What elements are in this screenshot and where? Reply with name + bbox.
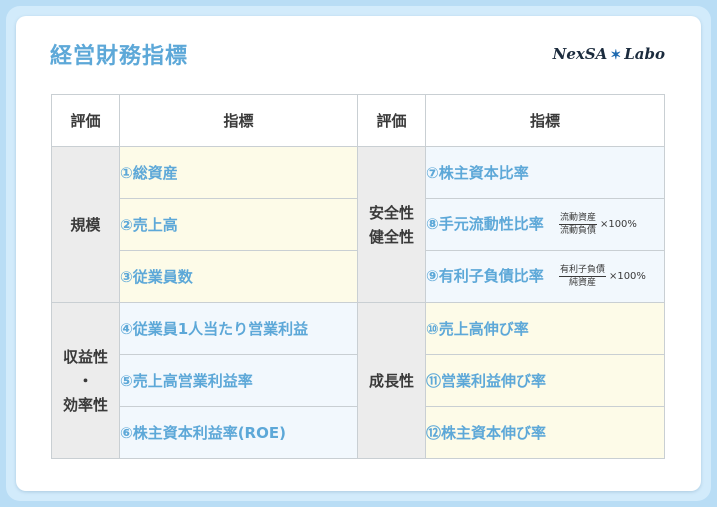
multiplier: ×100% xyxy=(608,271,646,282)
indicator-9-formula: 有利子負債 純資産 ×100% xyxy=(558,264,646,289)
brand-logo: NexSA ✶ Labo xyxy=(553,45,665,63)
group-profit-line2: ・ xyxy=(77,371,93,390)
logo-text-left: NexSA xyxy=(552,45,608,63)
fraction: 有利子負債 純資産 xyxy=(558,264,606,289)
group-profit-line1: 収益性 xyxy=(62,347,108,366)
numerator: 流動資産 xyxy=(558,213,597,225)
indicator-3: ③従業員数 xyxy=(119,250,358,303)
indicator-9-label: ⑨有利子負債比率 xyxy=(426,267,544,285)
fraction: 流動資産 流動負債 xyxy=(558,212,597,237)
group-profit: 収益性 ・ 効率性 xyxy=(51,302,120,459)
header-indicator-left: 指標 xyxy=(119,94,358,147)
denominator: 流動負債 xyxy=(559,226,596,236)
table-row: 規模 ①総資産 安全性 健全性 ⑦株主資本比率 xyxy=(51,146,665,303)
indicator-6: ⑥株主資本利益率(ROE) xyxy=(119,406,358,459)
logo-text-right: Labo xyxy=(624,45,665,63)
header-eval-left: 評価 xyxy=(51,94,120,147)
page-title: 経営財務指標 xyxy=(50,44,189,69)
group-profit-line3: 効率性 xyxy=(62,395,108,414)
group-safety-line1: 安全性 xyxy=(368,203,414,222)
table-row: 収益性 ・ 効率性 ④従業員1人当たり営業利益 成長性 ⑩売上高伸び率 xyxy=(51,302,665,459)
indicator-10: ⑩売上高伸び率 xyxy=(425,302,665,355)
indicator-4: ④従業員1人当たり営業利益 xyxy=(119,302,358,355)
indicator-table: 評価 指標 評価 指標 規模 ①総資産 安全性 健全性 ⑦株主資本比率 ②売上高… xyxy=(51,94,665,459)
group-safety-line2: 健全性 xyxy=(368,227,414,246)
indicator-8-formula: 流動資産 流動負債 ×100% xyxy=(558,212,637,237)
header-eval-right: 評価 xyxy=(357,94,426,147)
indicator-1: ①総資産 xyxy=(119,146,358,199)
indicator-5: ⑤売上高営業利益率 xyxy=(119,354,358,407)
indicator-11: ⑪営業利益伸び率 xyxy=(425,354,665,407)
group-scale: 規模 xyxy=(51,146,120,303)
denominator: 純資産 xyxy=(568,278,596,288)
indicator-7: ⑦株主資本比率 xyxy=(425,146,665,199)
indicator-9: ⑨有利子負債比率 有利子負債 純資産 ×100% xyxy=(425,250,665,303)
star-icon: ✶ xyxy=(610,48,622,63)
indicator-2: ②売上高 xyxy=(119,198,358,251)
header-indicator-right: 指標 xyxy=(425,94,665,147)
indicator-8-label: ⑧手元流動性比率 xyxy=(426,215,544,233)
indicator-8: ⑧手元流動性比率 流動資産 流動負債 ×100% xyxy=(425,198,665,251)
numerator: 有利子負債 xyxy=(558,265,606,277)
indicator-12: ⑫株主資本伸び率 xyxy=(425,406,665,459)
group-safety: 安全性 健全性 xyxy=(357,146,426,303)
header-row: 評価 指標 評価 指標 xyxy=(51,94,665,147)
group-growth: 成長性 xyxy=(357,302,426,459)
multiplier: ×100% xyxy=(599,219,637,230)
